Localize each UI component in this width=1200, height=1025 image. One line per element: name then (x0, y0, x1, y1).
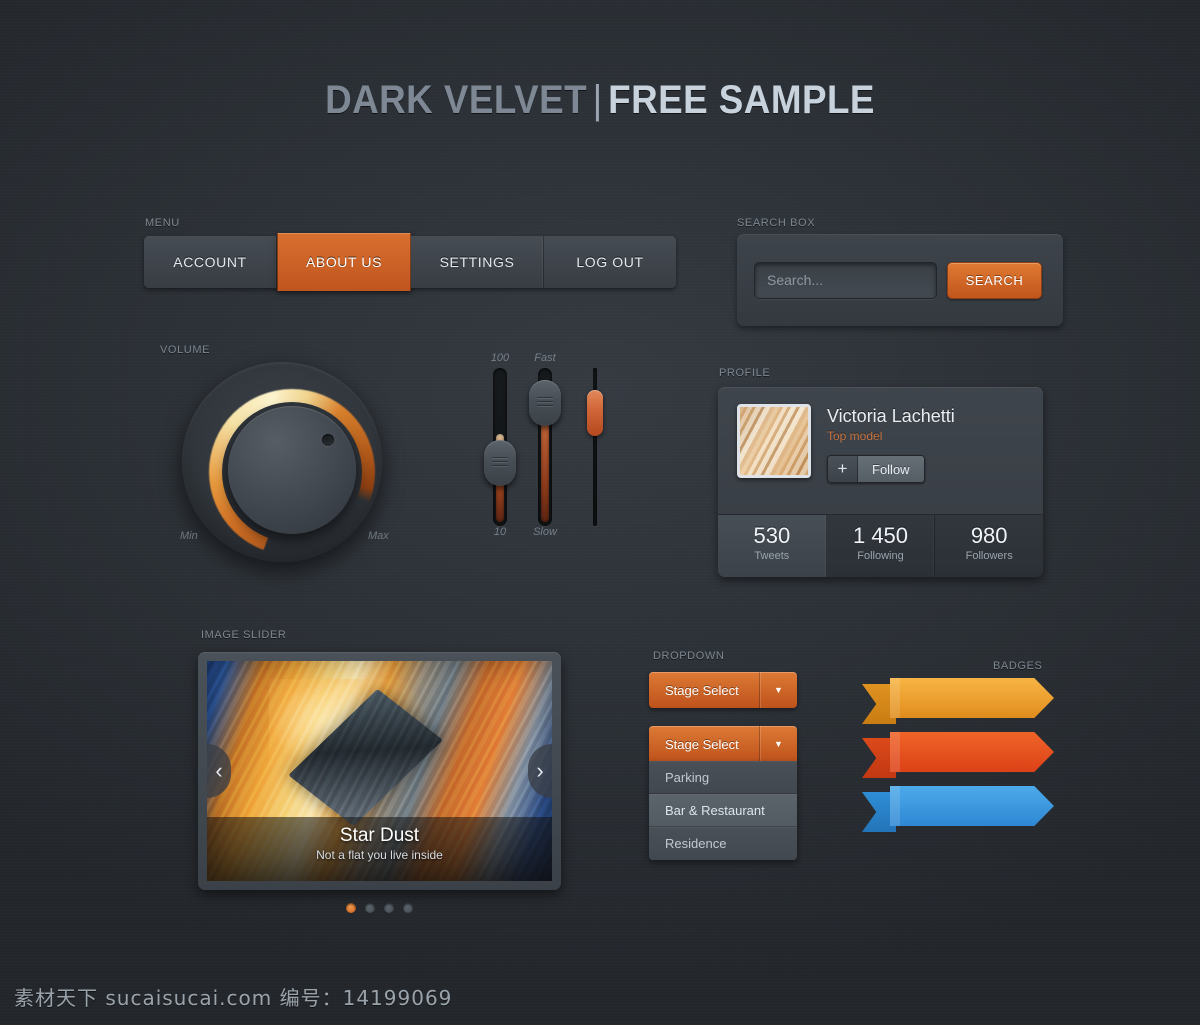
dropdown-option-bar-restaurant[interactable]: Bar & Restaurant (649, 794, 797, 827)
slide-caption: Star Dust Not a flat you live inside (207, 817, 552, 881)
menu-item-settings[interactable]: SETTINGS (411, 236, 544, 288)
volume-min-label: Min (180, 530, 198, 542)
stat-followers-label: Followers (965, 550, 1013, 562)
profile-role: Top model (827, 429, 883, 443)
slider-3-track[interactable] (587, 368, 603, 526)
chevron-down-icon-open[interactable]: ▼ (759, 726, 797, 762)
badge-blue-body (890, 786, 1054, 826)
slider-dot-2[interactable] (365, 903, 375, 913)
search-section-label: SEARCH BOX (737, 217, 816, 229)
dropdown-option-parking[interactable]: Parking (649, 761, 797, 794)
dropdown-option-residence[interactable]: Residence (649, 827, 797, 860)
slider-group: 100 10 Fast Slow (480, 352, 630, 552)
avatar (737, 404, 811, 478)
badges-section-label: BADGES (993, 660, 1043, 672)
dropdown-open[interactable]: Stage Select ▼ (649, 726, 797, 762)
stat-followers[interactable]: 980 Followers (935, 515, 1043, 577)
dropdown-section-label: DROPDOWN (653, 650, 725, 662)
slider-3-bottom-label (575, 526, 615, 538)
menu-bar: ACCOUNT ABOUT US SETTINGS LOG OUT (144, 233, 676, 291)
slider-1-track[interactable] (484, 368, 516, 526)
volume-knob-face[interactable] (228, 406, 356, 534)
image-slider-section-label: IMAGE SLIDER (201, 629, 287, 641)
slide-title: Star Dust (339, 825, 420, 846)
follow-button-label: Follow (858, 456, 924, 482)
search-button[interactable]: SEARCH (947, 261, 1042, 299)
badge-yellow-body (890, 678, 1054, 718)
profile-header: Victoria Lachetti Top model + Follow (718, 387, 1043, 514)
badge-orange-body (890, 732, 1054, 772)
dropdown-closed[interactable]: Stage Select ▼ (649, 672, 797, 708)
stat-following-label: Following (857, 550, 904, 562)
page-title-light: FREE SAMPLE (608, 78, 875, 122)
slider-2-track[interactable] (529, 368, 561, 526)
stat-tweets-label: Tweets (754, 550, 790, 562)
volume-max-label: Max (368, 530, 389, 542)
slider-3-handle[interactable] (587, 390, 603, 436)
dropdown-open-value: Stage Select (665, 736, 739, 752)
slider-dot-1[interactable] (346, 903, 356, 913)
slide-subtitle: Not a flat you live inside (316, 848, 443, 862)
slider-3-top-label (575, 352, 615, 364)
slider-dot-3[interactable] (384, 903, 394, 913)
plus-icon: + (828, 456, 858, 482)
slider-dot-4[interactable] (403, 903, 413, 913)
profile-card: Victoria Lachetti Top model + Follow 530… (718, 387, 1043, 577)
profile-stats: 530 Tweets 1 450 Following 980 Followers (718, 514, 1043, 577)
slider-column-2: Fast Slow (525, 352, 565, 538)
menu-section-label: MENU (145, 217, 180, 229)
slider-column-1: 100 10 (480, 352, 520, 538)
profile-section-label: PROFILE (719, 367, 771, 379)
slider-1-top-label: 100 (490, 352, 510, 364)
slide-image: ‹ › Star Dust Not a flat you live inside (207, 661, 552, 881)
slider-1-bottom-label: 10 (493, 526, 507, 538)
page-title-dark: DARK VELVET (325, 78, 588, 122)
watermark: 素材天下 sucaisucai.com 编号：14199069 (14, 986, 453, 1010)
slider-2-top-label: Fast (534, 352, 556, 364)
volume-knob-indicator-dot (322, 434, 334, 446)
dropdown-closed-value: Stage Select (665, 682, 739, 698)
profile-name: Victoria Lachetti (827, 406, 955, 426)
chevron-down-icon[interactable]: ▼ (759, 672, 797, 708)
follow-button[interactable]: + Follow (827, 455, 925, 483)
slider-pagination (198, 903, 561, 913)
page-title-separator: | (592, 78, 603, 122)
search-input[interactable] (754, 261, 937, 299)
menu-item-about-us[interactable]: ABOUT US (277, 233, 411, 291)
volume-knob[interactable] (182, 362, 382, 562)
stat-following[interactable]: 1 450 Following (826, 515, 936, 577)
slider-column-3 (575, 352, 615, 538)
stat-tweets-value: 530 (753, 523, 791, 548)
dropdown-options: Parking Bar & Restaurant Residence (649, 761, 797, 860)
menu-item-log-out[interactable]: LOG OUT (544, 236, 676, 288)
search-box: SEARCH (737, 234, 1063, 326)
slider-1-handle[interactable] (484, 440, 516, 486)
image-slider: ‹ › Star Dust Not a flat you live inside (198, 652, 561, 890)
stat-followers-value: 980 (970, 523, 1008, 548)
menu-item-account[interactable]: ACCOUNT (144, 236, 277, 288)
slider-2-bottom-label: Slow (533, 526, 557, 538)
page-title: DARK VELVET | FREE SAMPLE (48, 78, 1152, 123)
stat-following-value: 1 450 (852, 523, 909, 548)
slider-2-handle[interactable] (529, 380, 561, 426)
volume-knob-group: Min Max (172, 352, 392, 562)
stat-tweets[interactable]: 530 Tweets (718, 515, 827, 577)
profile-info: Victoria Lachetti Top model + Follow (827, 404, 955, 514)
